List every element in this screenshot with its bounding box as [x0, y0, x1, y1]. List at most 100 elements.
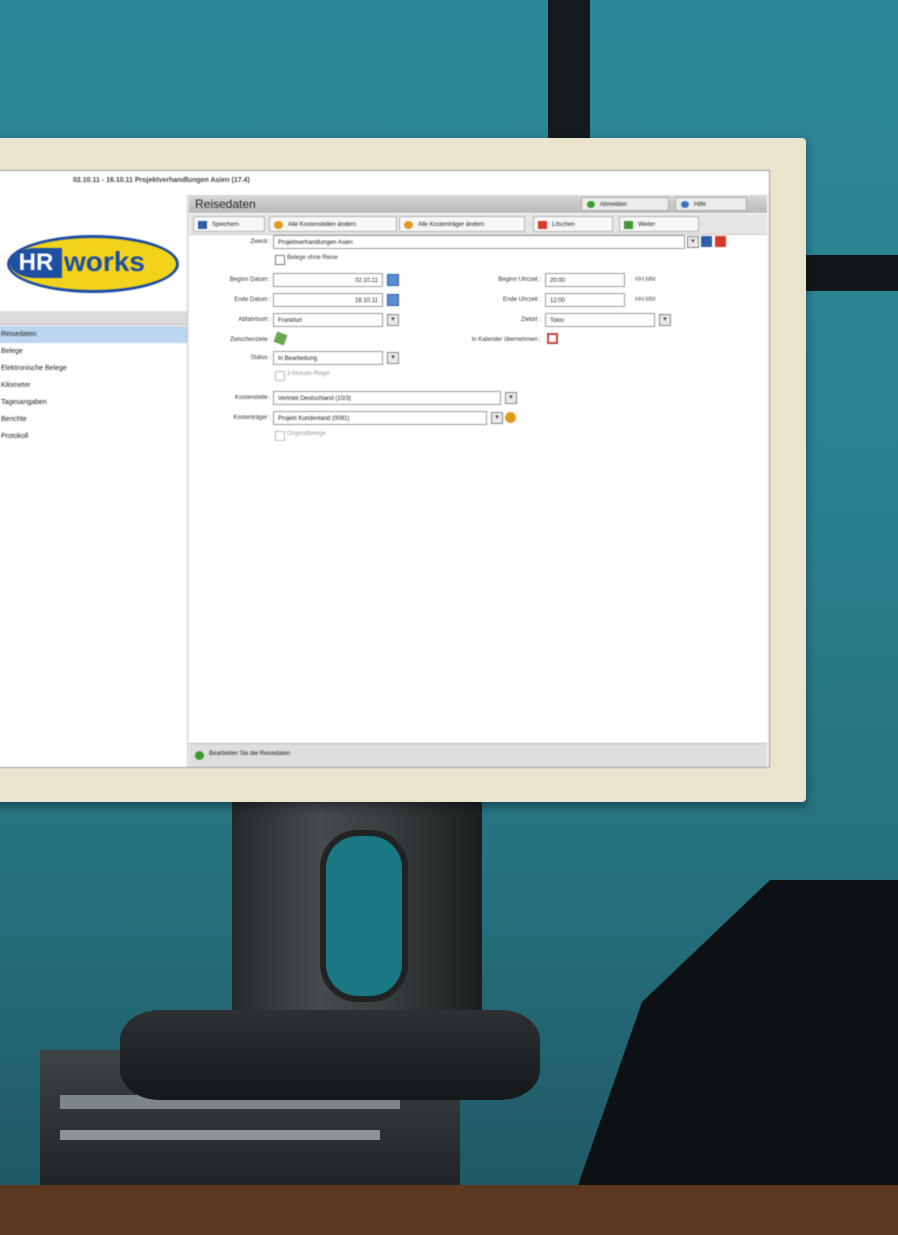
sidebar-item-reisedaten[interactable]: Reisedaten — [0, 326, 187, 343]
page-title: Reisedaten — [195, 197, 256, 211]
sidebar-item-label: Belege — [1, 348, 23, 355]
zielort-field[interactable]: Tokio — [545, 313, 655, 327]
logout-icon — [587, 201, 595, 208]
check-circle-icon — [195, 751, 204, 760]
cost-unit-icon[interactable] — [505, 412, 516, 423]
bottom-band — [0, 1185, 898, 1235]
logout-label: Abmelden — [600, 202, 628, 208]
next-label: Weiter — [638, 222, 656, 228]
abfahrtsort-dropdown[interactable]: ▾ — [387, 314, 399, 326]
help-button[interactable]: Hilfe — [675, 197, 747, 211]
arrow-right-icon — [624, 221, 633, 229]
drei-monats-regel-label: 3-Monats-Regel — [287, 371, 330, 377]
ende-datum-field[interactable]: 16.10.11 — [273, 293, 383, 307]
kostentraeger-field[interactable]: Projekt Kundenland (0081) — [273, 411, 487, 425]
sidebar-item-label: Elektronische Belege — [1, 365, 67, 372]
beginn-datum-field[interactable]: 02.10.11 — [273, 273, 383, 287]
sidebar-item-label: Tagesangaben — [1, 399, 47, 406]
delete-x-icon — [538, 221, 547, 229]
sidebar-item-label: Protokoll — [1, 433, 29, 440]
save-template-icon[interactable] — [701, 236, 712, 247]
main-header: Reisedaten Abmelden Hilfe — [189, 195, 767, 213]
sidebar-item-belege[interactable]: Belege — [0, 343, 187, 360]
zweck-dropdown[interactable]: ▾ — [687, 236, 699, 248]
beginn-datum-label: Beginn Datum : — [229, 277, 271, 283]
zweck-field[interactable]: Projektverhandlungen Asien — [273, 235, 685, 249]
sidebar-item-kilometer[interactable]: Kilometer — [0, 377, 187, 394]
zielort-label: Zielort : — [520, 317, 541, 323]
calendar-add-icon[interactable] — [547, 333, 558, 344]
help-icon — [681, 201, 689, 208]
sidebar-item-tagesangaben[interactable]: Tagesangaben — [0, 394, 187, 411]
change-cost-units-label: Alle Kostenträger ändern — [418, 222, 485, 228]
delete-label: Löschen — [552, 222, 575, 228]
status-message: Bearbeiten Sie die Reisedaten — [209, 751, 291, 757]
status-field[interactable]: In Bearbeitung — [273, 351, 383, 365]
kostenstelle-dropdown[interactable]: ▾ — [505, 392, 517, 404]
floppy-icon — [198, 221, 207, 229]
status-label: Status : — [250, 355, 271, 361]
beginn-uhrzeit-label: Beginn Uhrzeit : — [498, 277, 541, 283]
zielort-dropdown[interactable]: ▾ — [659, 314, 671, 326]
calendar-picker-icon[interactable] — [387, 294, 399, 306]
calendar-picker-icon[interactable] — [387, 274, 399, 286]
kostenstelle-field[interactable]: Vertrieb Deutschland (10/3) — [273, 391, 501, 405]
zweck-label: Zweck : — [250, 239, 271, 245]
sidebar-item-label: Kilometer — [1, 382, 31, 389]
sidebar: HR works ene Reisedaten Belege Elektroni… — [0, 195, 188, 767]
kalender-label: In Kalender übernehmen : — [471, 337, 541, 343]
sidebar-item-berichte[interactable]: Berichte — [0, 411, 187, 428]
sidebar-item-elektronische-belege[interactable]: Elektronische Belege — [0, 360, 187, 377]
sidebar-item-protokoll[interactable]: Protokoll — [0, 428, 187, 445]
logo-works: works — [64, 246, 145, 277]
cost-center-icon — [274, 221, 283, 229]
abfahrtsort-label: Abfahrtsort : — [238, 317, 271, 323]
change-cost-centers-button[interactable]: Alle Kostenstellen ändern — [269, 216, 397, 232]
pencil-edit-icon[interactable] — [273, 331, 288, 346]
monitor-screen: 02.10.11 - 16.10.11 Projektverhandlungen… — [0, 170, 770, 768]
wall-seam-vertical — [548, 0, 590, 140]
logout-button[interactable]: Abmelden — [581, 197, 669, 211]
change-cost-centers-label: Alle Kostenstellen ändern — [288, 222, 357, 228]
status-dropdown[interactable]: ▾ — [387, 352, 399, 364]
desk-stripe — [60, 1130, 380, 1140]
originalbelege-label: Originalbelege — [287, 431, 326, 437]
drei-monats-regel-checkbox[interactable] — [275, 371, 285, 381]
time-unit: HH:MM — [635, 297, 656, 303]
kostentraeger-dropdown[interactable]: ▾ — [491, 412, 503, 424]
trip-form: Zweck : Projektverhandlungen Asien ▾ Bel… — [189, 235, 767, 735]
belege-ohne-reise-label: Belege ohne Reise — [287, 255, 338, 261]
sidebar-header: ene — [0, 311, 187, 325]
cost-unit-icon — [404, 221, 413, 229]
save-label: Speichern — [212, 222, 240, 228]
monitor-stand-base — [120, 1010, 540, 1100]
sidebar-nav: Reisedaten Belege Elektronische Belege K… — [0, 326, 187, 445]
toolbar: Speichern Alle Kostenstellen ändern Alle… — [189, 214, 767, 235]
sidebar-item-label: Reisedaten — [1, 331, 37, 338]
monitor-stand-cutout — [320, 830, 408, 1002]
belege-ohne-reise-checkbox[interactable] — [275, 255, 285, 265]
kostenstelle-label: Kostenstelle : — [234, 395, 271, 401]
beginn-uhrzeit-field[interactable]: 20:00 — [545, 273, 625, 287]
abfahrtsort-field[interactable]: Frankfurt — [273, 313, 383, 327]
save-button[interactable]: Speichern — [193, 216, 265, 232]
delete-button[interactable]: Löschen — [533, 216, 613, 232]
time-unit: HH:MM — [635, 277, 656, 283]
next-button[interactable]: Weiter — [619, 216, 699, 232]
change-cost-units-button[interactable]: Alle Kostenträger ändern — [399, 216, 525, 232]
screen-header: 02.10.11 - 16.10.11 Projektverhandlungen… — [0, 171, 769, 196]
main-panel: Reisedaten Abmelden Hilfe Speichern Alle… — [189, 195, 767, 767]
wall-seam-horizontal — [806, 255, 898, 291]
originalbelege-checkbox[interactable] — [275, 431, 285, 441]
clear-x-icon[interactable] — [715, 236, 726, 247]
status-bar: Bearbeiten Sie die Reisedaten — [189, 743, 767, 767]
trip-breadcrumb: 02.10.11 - 16.10.11 Projektverhandlungen… — [73, 177, 250, 184]
logo-hr: HR — [10, 248, 62, 278]
sidebar-item-label: Berichte — [1, 416, 27, 423]
help-label: Hilfe — [694, 202, 707, 208]
ende-uhrzeit-label: Ende Uhrzeit : — [502, 297, 541, 303]
kostentraeger-label: Kostenträger : — [233, 415, 271, 421]
ende-datum-label: Ende Datum : — [234, 297, 271, 303]
ende-uhrzeit-field[interactable]: 12:00 — [545, 293, 625, 307]
hrworks-logo: HR works — [7, 235, 179, 293]
